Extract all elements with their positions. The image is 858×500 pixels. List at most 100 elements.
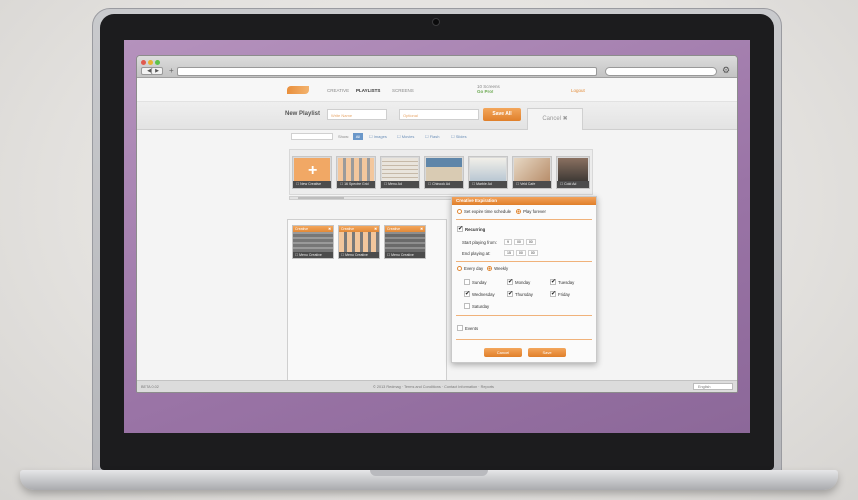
end-second-input[interactable]: 00 xyxy=(527,250,538,256)
dialog-cancel-button[interactable]: Cancel xyxy=(484,348,522,357)
tile-caption: ☐ Menu Creative xyxy=(385,252,425,258)
playlist-tile[interactable]: Creative ✖ ☐ Menu Creative xyxy=(384,225,426,259)
remove-icon[interactable]: ✖ xyxy=(420,226,423,232)
tile-title: Creative xyxy=(341,227,355,231)
tile-header: Creative ✖ xyxy=(339,226,379,232)
tile-header: Creative ✖ xyxy=(293,226,333,232)
thumbnail-caption: ☐ New Creative xyxy=(293,181,331,188)
filter-flash[interactable]: ☐ Flash xyxy=(425,134,439,139)
day-checkbox-thursday[interactable]: ✔ xyxy=(507,291,513,297)
expire-schedule-radio[interactable] xyxy=(457,209,462,214)
plus-icon: + xyxy=(308,162,318,179)
playlist-name-input[interactable]: Write Name xyxy=(327,109,387,120)
thumbnail-image xyxy=(338,158,374,181)
cancel-tab-button[interactable]: Cancel ✖ xyxy=(527,108,583,130)
start-hour-input[interactable]: 9 xyxy=(504,239,512,245)
filter-slides[interactable]: ☐ Slides xyxy=(451,134,467,139)
app-header: CREATIVE PLAYLISTS SCREENS 10 Screens Go… xyxy=(137,78,737,102)
account-status: 10 Screens Go Pro! xyxy=(477,84,500,94)
minimize-window-button[interactable] xyxy=(148,60,153,65)
app-footer: BETA 0.02 © 2013 Redmag · Terms and Cond… xyxy=(137,380,737,392)
logout-link[interactable]: Logout xyxy=(571,88,585,93)
end-time-row: End playing at: 15 00 00 xyxy=(462,250,538,256)
new-playlist-label: New Playlist xyxy=(285,111,321,117)
every-day-radio[interactable] xyxy=(457,266,462,271)
thumbnail-image xyxy=(558,158,588,181)
creative-thumbnail[interactable]: ☐ Marble Ad xyxy=(468,156,508,189)
day-checkbox-saturday[interactable] xyxy=(464,303,470,309)
nav-playlists[interactable]: PLAYLISTS xyxy=(356,88,380,93)
browser-search-field[interactable] xyxy=(605,67,717,76)
filter-all-button[interactable]: All xyxy=(353,133,363,140)
zoom-window-button[interactable] xyxy=(155,60,160,65)
creative-thumbnail[interactable]: ☐ Cold Ad xyxy=(556,156,590,189)
tile-caption: ☐ Menu Creative xyxy=(293,252,333,258)
brand-logo[interactable] xyxy=(287,86,309,94)
play-forever-label: Play forever xyxy=(523,209,546,214)
dialog-title: Creative Expiration xyxy=(452,197,596,205)
day-checkbox-friday[interactable]: ✔ xyxy=(550,291,556,297)
end-hour-input[interactable]: 15 xyxy=(504,250,514,256)
divider xyxy=(456,219,592,220)
new-tab-icon[interactable]: + xyxy=(169,66,174,75)
schedule-options: Set expire time schedule Play forever xyxy=(457,209,546,214)
tile-header: Creative ✖ xyxy=(385,226,425,232)
nav-creative[interactable]: CREATIVE xyxy=(327,88,349,93)
divider xyxy=(456,261,592,262)
end-minute-input[interactable]: 00 xyxy=(515,250,526,256)
filter-images[interactable]: ☐ Images xyxy=(369,134,387,139)
events-label: Events xyxy=(465,325,479,331)
creative-thumbnail[interactable]: ☐ Menu Ad xyxy=(380,156,420,189)
save-all-button[interactable]: Save All xyxy=(483,108,521,121)
remove-icon[interactable]: ✖ xyxy=(374,226,377,232)
day-option: Sunday xyxy=(464,279,487,285)
gear-icon[interactable]: ⚙ xyxy=(722,65,730,76)
playlist-tile[interactable]: Creative ✖ ☐ Menu Creative xyxy=(338,225,380,259)
day-label: Friday xyxy=(558,291,570,297)
go-pro-link[interactable]: Go Pro! xyxy=(477,89,500,94)
day-checkbox-tuesday[interactable]: ✔ xyxy=(550,279,556,285)
thumbnail-caption: ☐ Menu Ad xyxy=(381,181,419,188)
filter-movies[interactable]: ☐ Movies xyxy=(397,134,414,139)
creative-search-input[interactable] xyxy=(291,133,333,140)
weekly-radio[interactable] xyxy=(487,266,493,271)
footer-links[interactable]: © 2013 Redmag · Terms and Conditions · C… xyxy=(373,385,494,389)
close-window-button[interactable] xyxy=(141,60,146,65)
tile-image xyxy=(385,232,425,252)
nav-screens[interactable]: SCREENS xyxy=(392,88,414,93)
creative-thumbnail[interactable]: ☐ Chinook Ad xyxy=(424,156,464,189)
new-creative-thumbnail[interactable]: + ☐ New Creative xyxy=(292,156,332,189)
creative-thumbnail[interactable]: ☐ 16 Spectre Grid xyxy=(336,156,376,189)
start-time-label: Start playing from: xyxy=(462,239,497,245)
thumbnail-image xyxy=(382,158,418,181)
remove-icon[interactable]: ✖ xyxy=(328,226,331,232)
recurring-label: Recurring xyxy=(465,226,486,232)
day-option: ✔ Friday xyxy=(550,291,570,297)
creative-expiration-dialog: Creative Expiration Set expire time sche… xyxy=(451,196,597,363)
day-checkbox-monday[interactable]: ✔ xyxy=(507,279,513,285)
scrollbar-handle[interactable] xyxy=(298,197,344,199)
creative-thumbnail[interactable]: ☐ Veld Cafe xyxy=(512,156,552,189)
browser-window: ◀ ▶ + ⚙ CREATIVE PLAYLISTS SCREENS 10 Sc… xyxy=(136,55,738,393)
start-minute-input[interactable]: 00 xyxy=(513,239,524,245)
forward-button[interactable]: ▶ xyxy=(151,67,163,75)
language-select[interactable]: English xyxy=(693,383,733,390)
thumbnail-caption: ☐ Marble Ad xyxy=(469,181,507,188)
show-label: Show: xyxy=(338,134,350,139)
playlist-description-input[interactable]: Optional xyxy=(399,109,479,120)
thumbnail-caption: ☐ Chinook Ad xyxy=(425,181,463,188)
divider xyxy=(456,339,592,340)
thumbnail-caption: ☐ Veld Cafe xyxy=(513,181,551,188)
playlist-tile[interactable]: Creative ✖ ☐ Menu Creative xyxy=(292,225,334,259)
day-checkbox-wednesday[interactable]: ✔ xyxy=(464,291,470,297)
play-forever-radio[interactable] xyxy=(516,209,522,214)
recurring-checkbox[interactable]: ✔ xyxy=(457,226,463,232)
every-day-label: Every day xyxy=(464,266,484,271)
tile-title: Creative xyxy=(295,227,309,231)
address-bar[interactable] xyxy=(177,67,597,76)
playlist-drop-area[interactable]: Creative ✖ ☐ Menu Creative Creative ✖ ☐ Me… xyxy=(287,219,447,387)
dialog-save-button[interactable]: Save xyxy=(528,348,566,357)
day-checkbox-sunday[interactable] xyxy=(464,279,470,285)
start-second-input[interactable]: 00 xyxy=(525,239,536,245)
events-checkbox[interactable] xyxy=(457,325,463,331)
